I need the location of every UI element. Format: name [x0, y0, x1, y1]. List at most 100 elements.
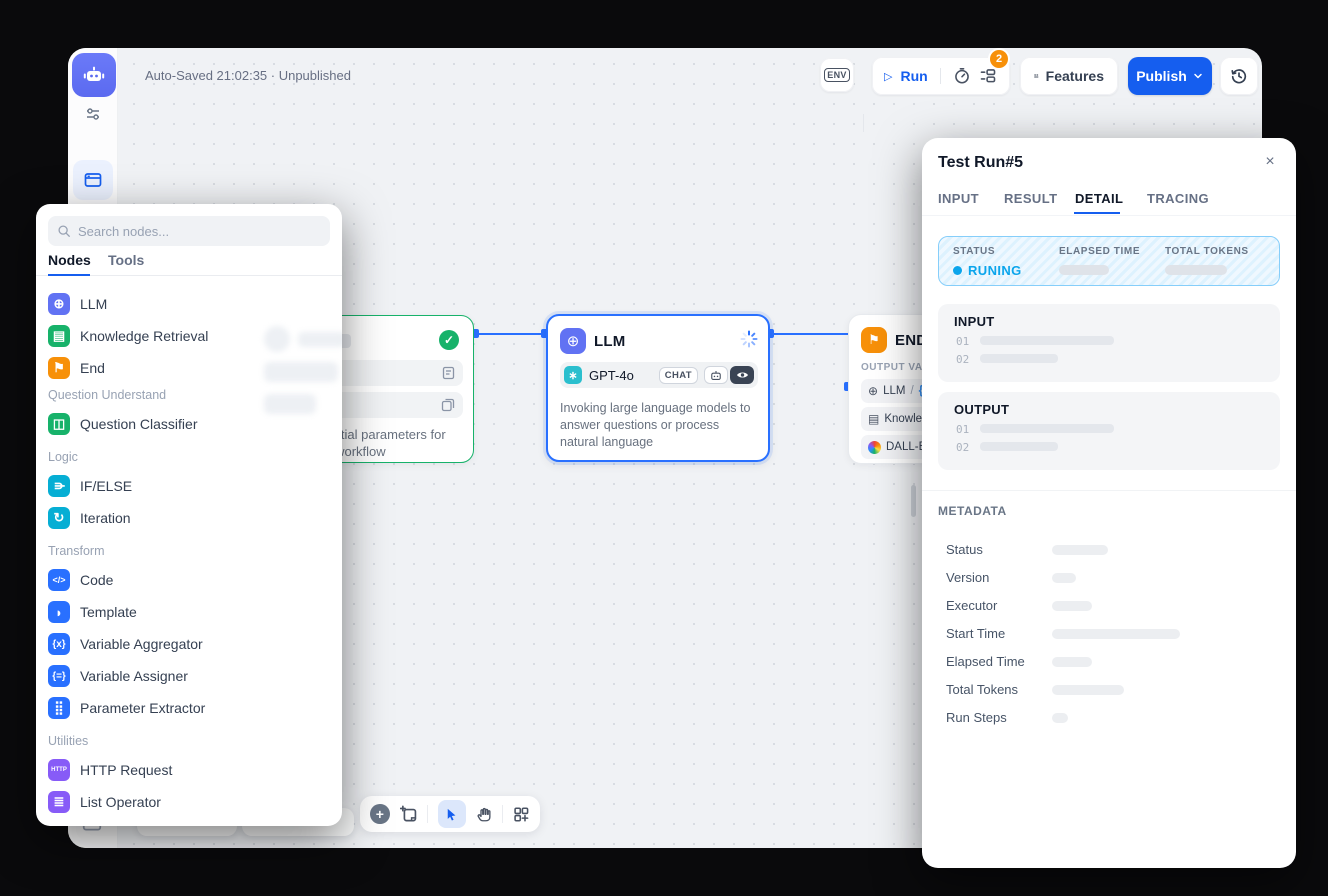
- node-item-llm[interactable]: ⊕ LLM: [42, 288, 336, 320]
- pointer-mode-button[interactable]: [438, 800, 465, 828]
- app-logo-robot-icon[interactable]: [72, 53, 116, 97]
- llm-icon: ⊕: [48, 293, 70, 315]
- llm-icon: ⊕: [560, 328, 586, 354]
- section-utilities: Utilities: [48, 734, 88, 748]
- knowledge-retrieval-icon: ▤: [48, 325, 70, 347]
- meta-skeleton: [1052, 629, 1180, 639]
- canvas-toolbar: +: [360, 796, 540, 832]
- window-icon: [83, 170, 103, 190]
- line-number: 02: [956, 441, 969, 454]
- active-tab-underline: [48, 274, 90, 276]
- sliders-icon: [85, 106, 101, 122]
- output-title: OUTPUT: [954, 402, 1009, 417]
- llm-node-header: ⊕ LLM: [560, 328, 625, 354]
- total-tokens-label: TOTAL TOKENS: [1165, 246, 1249, 257]
- cursor-icon: [444, 807, 459, 822]
- if-else-icon: ⋔: [48, 475, 70, 497]
- group-divider: [940, 68, 941, 84]
- section-question-understand: Question Understand: [48, 388, 166, 402]
- tab-result[interactable]: RESULT: [1004, 191, 1057, 206]
- variable-aggregator-icon: {x}: [48, 633, 70, 655]
- chat-mode-badge: CHAT: [659, 367, 698, 384]
- tab-tools[interactable]: Tools: [108, 252, 144, 268]
- success-check-icon: ✓: [439, 330, 459, 350]
- output-skeleton: [980, 442, 1058, 451]
- variable-assigner-icon: {=}: [48, 665, 70, 687]
- meta-label-start-time: Start Time: [946, 626, 1005, 641]
- run-history-icon[interactable]: [953, 67, 971, 85]
- node-item-knowledge-retrieval[interactable]: ▤ Knowledge Retrieval: [42, 320, 336, 352]
- eye-icon: [736, 370, 749, 380]
- llm-model-selector[interactable]: ∗ GPT-4o CHAT: [560, 362, 758, 388]
- edge-start-to-llm: [478, 333, 546, 335]
- node-item-variable-aggregator[interactable]: {x} Variable Aggregator: [42, 628, 336, 660]
- llm-node[interactable]: ⊕ LLM ∗: [546, 314, 770, 462]
- add-note-icon[interactable]: [400, 805, 418, 823]
- line-number: 01: [956, 335, 969, 348]
- node-item-end[interactable]: ⚑ End: [42, 352, 336, 384]
- meta-skeleton: [1052, 685, 1124, 695]
- env-icon: ENV: [824, 68, 849, 82]
- edge-llm-to-end: [770, 333, 848, 335]
- node-item-iteration[interactable]: ↻ Iteration: [42, 502, 336, 534]
- checklist-icon[interactable]: [979, 67, 997, 85]
- node-item-if-else[interactable]: ⋔ IF/ELSE: [42, 470, 336, 502]
- tab-input[interactable]: INPUT: [938, 191, 979, 206]
- meta-skeleton: [1052, 601, 1092, 611]
- panel-title: Test Run#5: [938, 154, 1023, 172]
- search-input[interactable]: [78, 224, 308, 239]
- run-button-group: ▷ Run 2: [872, 57, 1010, 95]
- end-icon: ⚑: [861, 327, 887, 353]
- node-item-variable-assigner[interactable]: {=} Variable Assigner: [42, 660, 336, 692]
- meta-label-total-tokens: Total Tokens: [946, 682, 1018, 697]
- features-grid-icon: [1034, 68, 1039, 84]
- tab-detail[interactable]: DETAIL: [1075, 191, 1123, 206]
- tabs-divider: [922, 215, 1296, 216]
- panel-scrollbar[interactable]: [911, 485, 916, 517]
- tab-tracing[interactable]: TRACING: [1147, 191, 1209, 206]
- workflow-settings-button[interactable]: [68, 106, 118, 122]
- node-item-parameter-extractor[interactable]: ⣿ Parameter Extractor: [42, 692, 336, 724]
- add-node-icon[interactable]: +: [370, 804, 390, 824]
- meta-label-executor: Executor: [946, 598, 997, 613]
- meta-skeleton: [1052, 713, 1068, 723]
- search-icon: [57, 224, 71, 238]
- node-item-code[interactable]: </> Code: [42, 564, 336, 596]
- publish-label: Publish: [1136, 68, 1187, 84]
- meta-label-run-steps: Run Steps: [946, 710, 1007, 725]
- tab-nodes[interactable]: Nodes: [48, 252, 91, 268]
- toolbar-separator: [863, 114, 864, 132]
- running-dot-icon: [953, 266, 962, 275]
- notification-badge: 2: [990, 50, 1008, 68]
- close-icon[interactable]: ×: [1258, 150, 1282, 174]
- http-request-icon: HTTP: [48, 759, 70, 781]
- chevron-down-icon: [1192, 70, 1204, 82]
- llm-node-title: LLM: [594, 333, 625, 350]
- dall-e-icon: [868, 441, 881, 454]
- run-button[interactable]: Run: [900, 68, 927, 84]
- features-button[interactable]: Features: [1020, 57, 1118, 95]
- question-classifier-icon: ◫: [48, 413, 70, 435]
- node-item-http-request[interactable]: HTTP HTTP Request: [42, 754, 336, 786]
- input-skeleton: [980, 354, 1058, 363]
- input-skeleton: [980, 336, 1114, 345]
- metadata-divider: [922, 490, 1296, 491]
- version-history-button[interactable]: [1220, 57, 1258, 95]
- robot-icon: [81, 62, 107, 88]
- node-item-template[interactable]: ◗ Template: [42, 596, 336, 628]
- llm-var-icon: ⊕: [868, 384, 878, 398]
- app-preview-button[interactable]: [73, 160, 113, 200]
- variable-separator: /: [910, 385, 913, 397]
- section-logic: Logic: [48, 450, 78, 464]
- vision-robot-badge: [704, 366, 728, 384]
- toolbar-divider: [427, 805, 428, 823]
- organize-layout-icon[interactable]: [513, 806, 530, 823]
- env-button[interactable]: ENV: [820, 58, 854, 92]
- history-clock-icon: [1230, 67, 1248, 85]
- publish-button[interactable]: Publish: [1128, 57, 1212, 95]
- node-item-question-classifier[interactable]: ◫ Question Classifier: [42, 408, 336, 440]
- code-icon: </>: [48, 569, 70, 591]
- meta-skeleton: [1052, 657, 1092, 667]
- node-item-list-operator[interactable]: ≣ List Operator: [42, 786, 336, 818]
- hand-mode-icon[interactable]: [476, 806, 493, 823]
